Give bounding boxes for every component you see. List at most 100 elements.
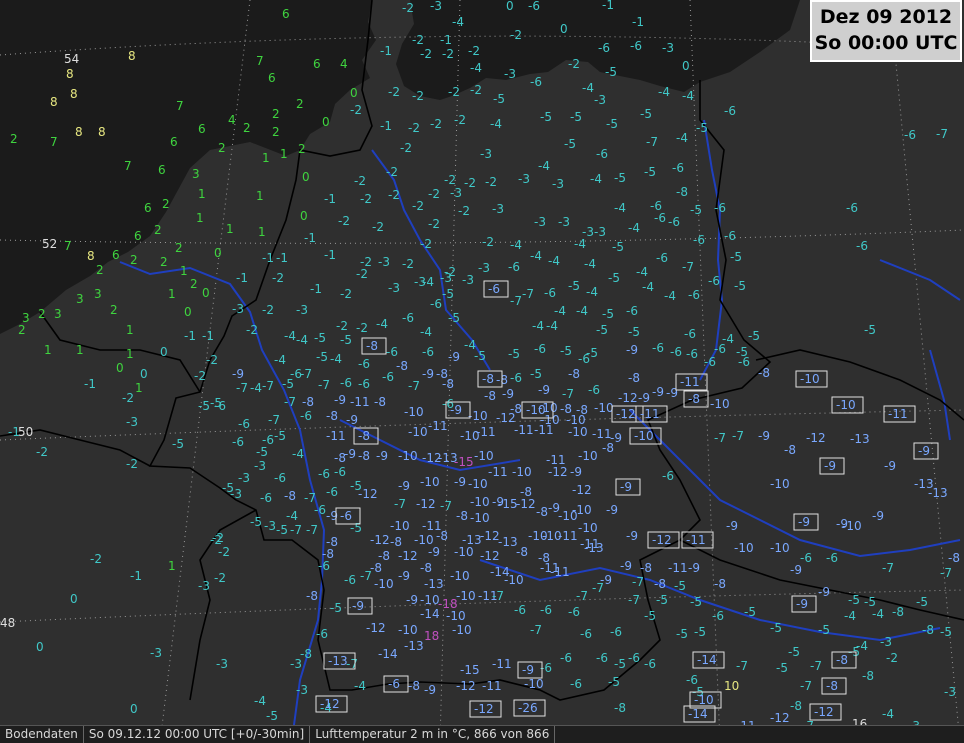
temperature-observation: -5 (340, 333, 352, 347)
temperature-observation: 6 (158, 163, 166, 177)
temperature-observation: -6 (214, 399, 226, 413)
observation-box-value: -9 (522, 663, 534, 677)
datetime-box: Dez 09 2012 So 00:00 UTC (810, 0, 962, 62)
temperature-observation: -4 (470, 61, 482, 75)
temperature-observation: -13 (498, 535, 518, 549)
temperature-observation: -3 (594, 225, 606, 239)
temperature-observation: -10 (594, 401, 614, 415)
temperature-observation: -5 (266, 709, 278, 723)
temperature-observation: -2 (262, 303, 274, 317)
temperature-observation: 2 (298, 142, 306, 156)
temperature-observation: -3 (492, 202, 504, 216)
temperature-observation: -10 (450, 569, 470, 583)
date-label: Dez 09 2012 (819, 6, 953, 28)
temperature-observation: -7 (810, 659, 822, 673)
temperature-observation: -6 (422, 345, 434, 359)
temperature-observation: -5 (508, 347, 520, 361)
observation-box-value: -10 (634, 429, 654, 443)
temperature-observation: -10 (504, 573, 524, 587)
observation-box-value: -12 (652, 533, 672, 547)
temperature-observation: -6 (514, 603, 526, 617)
temperature-observation: -1 (632, 15, 644, 29)
temperature-observation: -4 (872, 607, 884, 621)
observation-box-value: -10 (694, 693, 714, 707)
temperature-observation: -2 (338, 214, 350, 228)
temperature-observation: -8 (922, 623, 934, 637)
temperature-observation: -6 (232, 435, 244, 449)
temperature-observation: -7 (732, 429, 744, 443)
temperature-observation: -8 (676, 185, 688, 199)
temperature-observation: -2 (412, 33, 424, 47)
temperature-observation: -6 (656, 251, 668, 265)
temperature-observation: -6 (540, 603, 552, 617)
temperature-observation: -12 (358, 487, 378, 501)
observation-box-value: -10 (526, 403, 546, 417)
observation-box-value: -12 (474, 702, 494, 716)
temperature-observation: -4 (250, 381, 262, 395)
temperature-observation: -9 (884, 459, 896, 473)
temperature-observation: -7 (492, 589, 504, 603)
temperature-observation: -2 (468, 44, 480, 58)
temperature-observation: -8 (790, 699, 802, 713)
temperature-observation: -9 (790, 563, 802, 577)
temperature-observation: -2 (212, 531, 224, 545)
temperature-observation: -3 (290, 657, 302, 671)
temperature-observation: -6 (318, 467, 330, 481)
temperature-observation: -8 (758, 366, 770, 380)
temperature-observation: 1 (76, 343, 84, 357)
temperature-observation: 1 (44, 343, 52, 357)
temperature-observation: -8 (614, 701, 626, 715)
temperature-observation: -5 (614, 171, 626, 185)
temperature-observation: -7 (300, 367, 312, 381)
temperature-observation: -10 (468, 477, 488, 491)
temperature-observation: -6 (628, 651, 640, 665)
temperature-observation: -10 (420, 593, 440, 607)
temperature-observation: -11 (428, 419, 448, 433)
temperature-observation: -8 (436, 529, 448, 543)
temperature-observation: -10 (408, 425, 428, 439)
temperature-observation: -1 (262, 251, 274, 265)
temperature-observation: -6 (274, 471, 286, 485)
temperature-observation: -10 (770, 477, 790, 491)
temperature-observation: 0 (130, 702, 138, 716)
temperature-observation: -7 (936, 127, 948, 141)
temperature-observation: -6 (300, 409, 312, 423)
temperature-observation: -8 (948, 551, 960, 565)
temperature-observation: 3 (76, 292, 84, 306)
observation-box-value: -11 (686, 533, 706, 547)
temperature-observation: 8 (128, 49, 136, 63)
temperature-observation: -9 (626, 529, 638, 543)
temperature-observation: 0 (116, 361, 124, 375)
temperature-observation: -6 (534, 342, 546, 356)
temperature-observation: -2 (420, 47, 432, 61)
temperature-observation: -4 (538, 159, 550, 173)
temperature-observation: -11 (492, 657, 512, 671)
temperature-observation: -5 (690, 203, 702, 217)
temperature-observation: -6 (344, 573, 356, 587)
temperature-observation: -12 (516, 497, 536, 511)
temperature-observation: -10 (454, 545, 474, 559)
temperature-observation: -12 (456, 679, 476, 693)
temperature-observation: 2 (272, 125, 280, 139)
temperature-observation: -6 (688, 288, 700, 302)
temperature-observation: -11 (534, 423, 554, 437)
temperature-observation: -9 (620, 559, 632, 573)
temperature-observation: -4 (548, 254, 560, 268)
temperature-observation: -11 (476, 425, 496, 439)
temperature-observation: -9 (606, 503, 618, 517)
temperature-observation: -4 (882, 707, 894, 721)
temperature-observation: -9 (376, 449, 388, 463)
temperature-observation: -10 (470, 495, 490, 509)
temperature-observation: -3 (594, 93, 606, 107)
weather-map: 54 52 50 48 6876648887208872426220762112630… (0, 0, 964, 743)
temperature-observation: 2 (130, 253, 138, 267)
temperature-observation: -9 (334, 393, 346, 407)
temperature-observation: 1 (262, 151, 270, 165)
temperature-observation: -3 (296, 303, 308, 317)
grid-label: 54 (64, 52, 79, 66)
temperature-observation: -6 (724, 229, 736, 243)
temperature-observation: -2 (272, 271, 284, 285)
temperature-observation: 2 (243, 121, 251, 135)
temperature-observation: -13 (404, 639, 424, 653)
temperature-observation: -8 (784, 443, 796, 457)
